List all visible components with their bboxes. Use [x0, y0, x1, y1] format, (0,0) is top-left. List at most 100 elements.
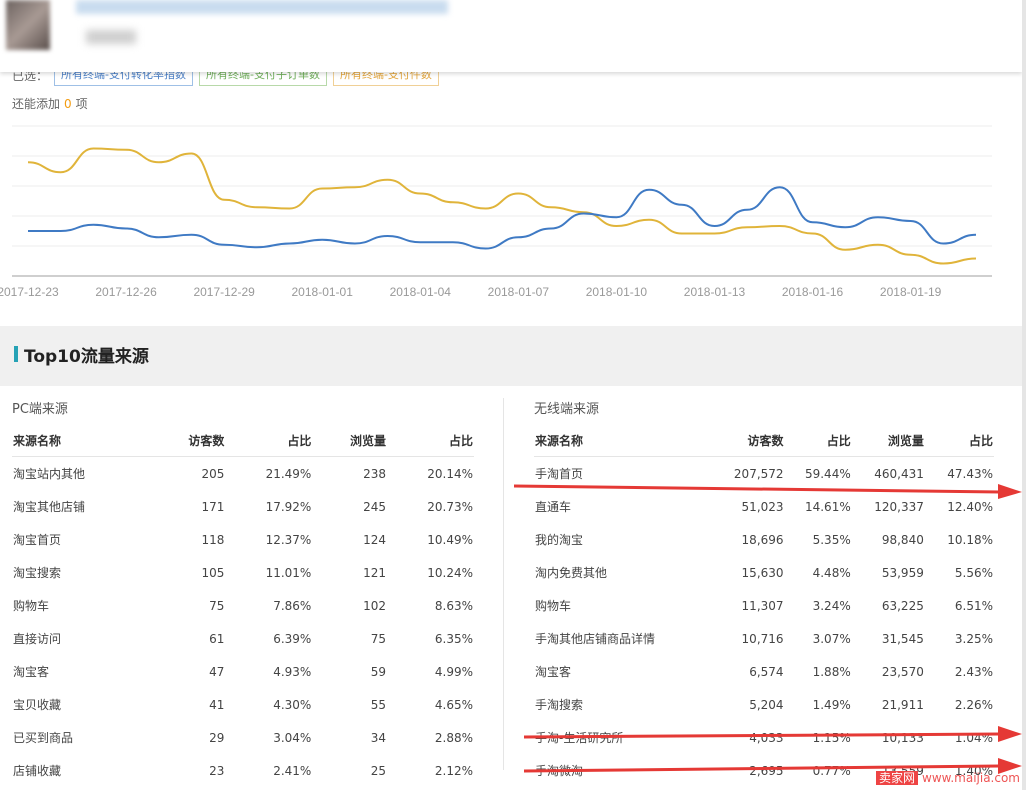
cell-source-name[interactable]: 直接访问: [12, 622, 151, 655]
table-row[interactable]: 已买到商品 29 3.04% 34 2.88%: [12, 721, 474, 754]
col-pageviews: 浏览量: [312, 424, 387, 457]
cell-pageview-share: 20.73%: [427, 499, 473, 514]
x-tick-label: 2018-01-19: [880, 285, 942, 299]
cell-visitors: 41: [209, 697, 225, 712]
cell-visitors: 205: [201, 466, 225, 481]
pc-source-table: 来源名称 访客数 占比 浏览量 占比 淘宝站内其他 205 21.49% 238 20.…: [12, 424, 474, 787]
table-row[interactable]: 我的淘宝 18,696 5.35% 98,840 10.18%: [534, 523, 994, 556]
mobile-panel-title: 无线端来源: [534, 402, 600, 417]
cell-visitors: 18,696: [741, 532, 784, 547]
table-row[interactable]: 手淘搜索 5,204 1.49% 21,911 2.26%: [534, 688, 994, 721]
cell-visitor-share: 11.01%: [265, 565, 312, 580]
cell-visitors: 15,630: [741, 565, 784, 580]
cell-visitors: 5,204: [749, 697, 784, 712]
cell-pageviews: 75: [370, 631, 386, 646]
col-visitor-share: 占比: [225, 424, 313, 457]
table-row[interactable]: 手淘其他店铺商品详情 10,716 3.07% 31,545 3.25%: [534, 622, 994, 655]
cell-visitors: 118: [201, 532, 225, 547]
cell-source-name[interactable]: 购物车: [534, 589, 681, 622]
cell-pageview-share: 10.49%: [427, 532, 473, 547]
cell-source-name[interactable]: 淘宝首页: [12, 523, 151, 556]
cell-visitors: 75: [209, 598, 225, 613]
cell-pageview-share: 2.88%: [434, 730, 473, 745]
col-visitors: 访客数: [680, 424, 785, 457]
cell-source-name[interactable]: 淘宝客: [534, 655, 681, 688]
cell-source-name[interactable]: 淘宝客: [12, 655, 151, 688]
col-visitor-share: 占比: [784, 424, 852, 457]
col-pageviews: 浏览量: [851, 424, 925, 457]
cell-source-name[interactable]: 我的淘宝: [534, 523, 681, 556]
table-row[interactable]: 淘宝搜索 105 11.01% 121 10.24%: [12, 556, 474, 589]
cell-pageviews: 121: [363, 565, 386, 580]
cell-pageviews: 55: [370, 697, 386, 712]
pc-panel-title: PC端来源: [12, 402, 68, 417]
table-header-row: 来源名称 访客数 占比 浏览量 占比: [12, 424, 474, 457]
cell-visitor-share: 2.41%: [273, 763, 312, 778]
table-row[interactable]: 淘宝首页 118 12.37% 124 10.49%: [12, 523, 474, 556]
cell-visitor-share: 12.37%: [265, 532, 312, 547]
table-row[interactable]: 店铺收藏 23 2.41% 25 2.12%: [12, 754, 474, 787]
addable-prefix: 还能添加: [12, 97, 61, 111]
cell-visitor-share: 3.04%: [273, 730, 312, 745]
section-accent-bar: [14, 346, 18, 362]
cell-visitors: 47: [209, 664, 225, 679]
cell-visitor-share: 4.30%: [273, 697, 312, 712]
cell-source-name[interactable]: 宝贝收藏: [12, 688, 151, 721]
cell-source-name[interactable]: 手淘搜索: [534, 688, 681, 721]
table-row[interactable]: 淘宝其他店铺 171 17.92% 245 20.73%: [12, 490, 474, 523]
table-row[interactable]: 宝贝收藏 41 4.30% 55 4.65%: [12, 688, 474, 721]
cell-pageview-share: 6.51%: [954, 598, 993, 613]
cell-source-name[interactable]: 淘宝其他店铺: [12, 490, 151, 523]
annotation-arrow-1: [513, 484, 1022, 499]
table-row[interactable]: 直接访问 61 6.39% 75 6.35%: [12, 622, 474, 655]
cell-visitor-share: 3.07%: [812, 631, 851, 646]
table-row[interactable]: 淘宝客 6,574 1.88% 23,570 2.43%: [534, 655, 994, 688]
watermark-brand: 卖家网: [875, 771, 918, 785]
cell-pageview-share: 4.99%: [434, 664, 473, 679]
col-source-name: 来源名称: [12, 424, 151, 457]
table-row[interactable]: 淘内免费其他 15,630 4.48% 53,959 5.56%: [534, 556, 994, 589]
section-title: Top10流量来源: [24, 347, 149, 367]
cell-visitors: 10,716: [741, 631, 784, 646]
cell-visitor-share: 17.92%: [265, 499, 312, 514]
cell-visitor-share: 4.48%: [812, 565, 851, 580]
section-header: [0, 326, 1022, 386]
annotation-arrow-2: [523, 726, 1022, 742]
addable-hint: 还能添加 0 项: [12, 95, 88, 112]
cell-pageview-share: 2.12%: [434, 763, 473, 778]
panel-divider: [503, 398, 504, 770]
cell-visitors: 11,307: [741, 598, 784, 613]
cell-source-name[interactable]: 购物车: [12, 589, 151, 622]
blurred-shop-subtitle: [86, 30, 136, 44]
table-row[interactable]: 淘宝客 47 4.93% 59 4.99%: [12, 655, 474, 688]
shop-header: [0, 0, 1022, 72]
table-row[interactable]: 购物车 75 7.86% 102 8.63%: [12, 589, 474, 622]
watermark-url: www.maijia.com: [922, 771, 1020, 785]
cell-pageviews: 238: [363, 466, 386, 481]
cell-pageviews: 59: [370, 664, 386, 679]
cell-source-name[interactable]: 已买到商品: [12, 721, 151, 754]
cell-visitor-share: 5.35%: [812, 532, 851, 547]
blurred-shop-name: [76, 0, 448, 14]
col-visitors: 访客数: [150, 424, 226, 457]
cell-visitor-share: 1.88%: [812, 664, 851, 679]
cell-source-name[interactable]: 淘宝搜索: [12, 556, 151, 589]
cell-source-name[interactable]: 淘内免费其他: [534, 556, 681, 589]
trend-line-chart[interactable]: 2017-12-23 2017-12-26 2017-12-29 2018-01-01…: [0, 118, 1000, 308]
cell-visitor-share: 1.49%: [812, 697, 851, 712]
cell-visitors: 23: [209, 763, 225, 778]
cell-source-name[interactable]: 手淘其他店铺商品详情: [534, 622, 681, 655]
col-pageview-share: 占比: [924, 424, 994, 457]
cell-pageviews: 25: [370, 763, 386, 778]
cell-source-name[interactable]: 店铺收藏: [12, 754, 151, 787]
cell-pageview-share: 20.14%: [427, 466, 473, 481]
cell-visitor-share: 3.24%: [812, 598, 851, 613]
series-line-1: [28, 186, 977, 250]
col-pageview-share: 占比: [387, 424, 474, 457]
x-tick-label: 2018-01-16: [782, 285, 844, 299]
table-row[interactable]: 淘宝站内其他 205 21.49% 238 20.14%: [12, 457, 474, 491]
cell-visitor-share: 6.39%: [273, 631, 312, 646]
cell-visitor-share: 7.86%: [273, 598, 312, 613]
cell-source-name[interactable]: 淘宝站内其他: [12, 457, 151, 491]
table-row[interactable]: 购物车 11,307 3.24% 63,225 6.51%: [534, 589, 994, 622]
